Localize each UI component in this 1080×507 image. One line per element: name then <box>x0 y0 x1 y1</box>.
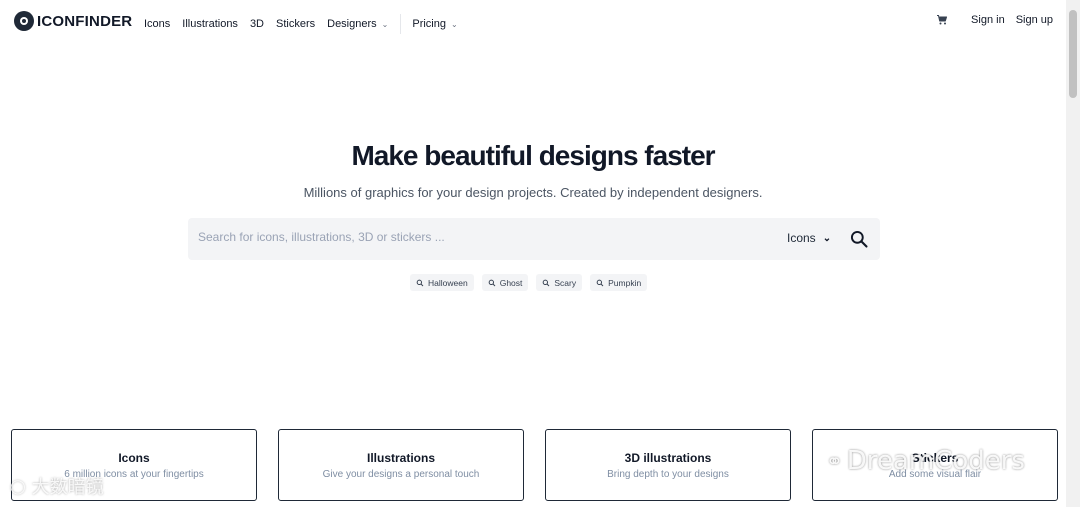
sign-up-link[interactable]: Sign up <box>1016 14 1053 26</box>
category-card-illustrations[interactable]: Illustrations Give your designs a person… <box>278 429 524 501</box>
search-input[interactable] <box>198 230 758 244</box>
cart-icon[interactable] <box>936 14 948 26</box>
chevron-down-icon: ⌄ <box>450 19 458 29</box>
headline-start: Make <box>351 140 418 171</box>
tag-pumpkin[interactable]: Pumpkin <box>590 274 648 291</box>
search-icon[interactable] <box>849 229 869 249</box>
card-title: 3D illustrations <box>624 451 712 465</box>
headline-highlight: beautiful designs <box>424 140 640 171</box>
watermark-logo-icon: ◯ <box>10 477 26 494</box>
watermark-left: ◯ 大数暗镜 <box>10 473 104 499</box>
watermark-left-text: 大数暗镜 <box>31 477 104 497</box>
wechat-icon: ⚭ <box>826 449 843 473</box>
card-subtitle: Bring depth to your designs <box>607 469 729 480</box>
search-bar: Icons ⌄ <box>188 218 880 260</box>
nav-stickers-link[interactable]: Stickers <box>276 18 315 30</box>
tag-label: Halloween <box>428 277 468 288</box>
hero-headline: Make beautiful designs faster <box>0 140 1066 172</box>
card-title: Icons <box>118 451 150 465</box>
page-scrollbar[interactable] <box>1066 0 1080 507</box>
watermark-right: ⚭ DreamCoders <box>826 446 1025 476</box>
category-card-3d-illustrations[interactable]: 3D illustrations Bring depth to your des… <box>545 429 791 501</box>
tag-label: Pumpkin <box>608 277 642 288</box>
tag-halloween[interactable]: Halloween <box>410 274 474 291</box>
top-navigation: ICONFINDER Icons Illustrations 3D Sticke… <box>0 0 1066 43</box>
hero-subheadline: Millions of graphics for your design pro… <box>303 185 763 200</box>
nav-3d-link[interactable]: 3D <box>250 18 264 30</box>
tag-ghost[interactable]: Ghost <box>481 274 529 291</box>
nav-divider <box>400 14 402 34</box>
card-title: Illustrations <box>366 451 435 465</box>
sign-in-link[interactable]: Sign in <box>971 14 1005 26</box>
iconfinder-logo-icon <box>14 11 34 31</box>
tag-label: Ghost <box>499 277 523 288</box>
headline-end: faster <box>644 140 715 171</box>
chevron-down-icon: ⌄ <box>381 19 389 29</box>
search-icon <box>543 279 550 286</box>
iconfinder-logo[interactable]: ICONFINDER <box>14 11 132 31</box>
nav-designers-label: Designers <box>327 18 377 30</box>
nav-designers-dropdown[interactable]: Designers ⌄ <box>327 18 388 30</box>
nav-illustrations-link[interactable]: Illustrations <box>182 18 238 30</box>
nav-icons-link[interactable]: Icons <box>144 18 170 30</box>
nav-pricing-label: Pricing <box>412 18 446 30</box>
tag-scary[interactable]: Scary <box>536 274 583 291</box>
account-menu: Sign in Sign up <box>936 14 1053 26</box>
tag-label: Scary <box>554 277 577 288</box>
main-menu: Icons Illustrations 3D Stickers Designer… <box>144 14 470 34</box>
card-subtitle: Give your designs a personal touch <box>322 469 480 480</box>
search-icon <box>416 279 424 286</box>
brand-name: ICONFINDER <box>37 12 133 30</box>
search-icon <box>596 279 604 286</box>
watermark-right-text: DreamCoders <box>846 446 1025 476</box>
search-type-select[interactable]: Icons ⌄ <box>787 231 831 245</box>
search-icon <box>488 279 496 286</box>
search-type-value: Icons <box>787 231 816 245</box>
suggested-tags: Halloween Ghost Scary Pumpkin <box>410 274 655 291</box>
chevron-down-icon: ⌄ <box>822 232 832 244</box>
nav-pricing-dropdown[interactable]: Pricing ⌄ <box>412 18 457 30</box>
scrollbar-thumb[interactable] <box>1069 10 1077 98</box>
